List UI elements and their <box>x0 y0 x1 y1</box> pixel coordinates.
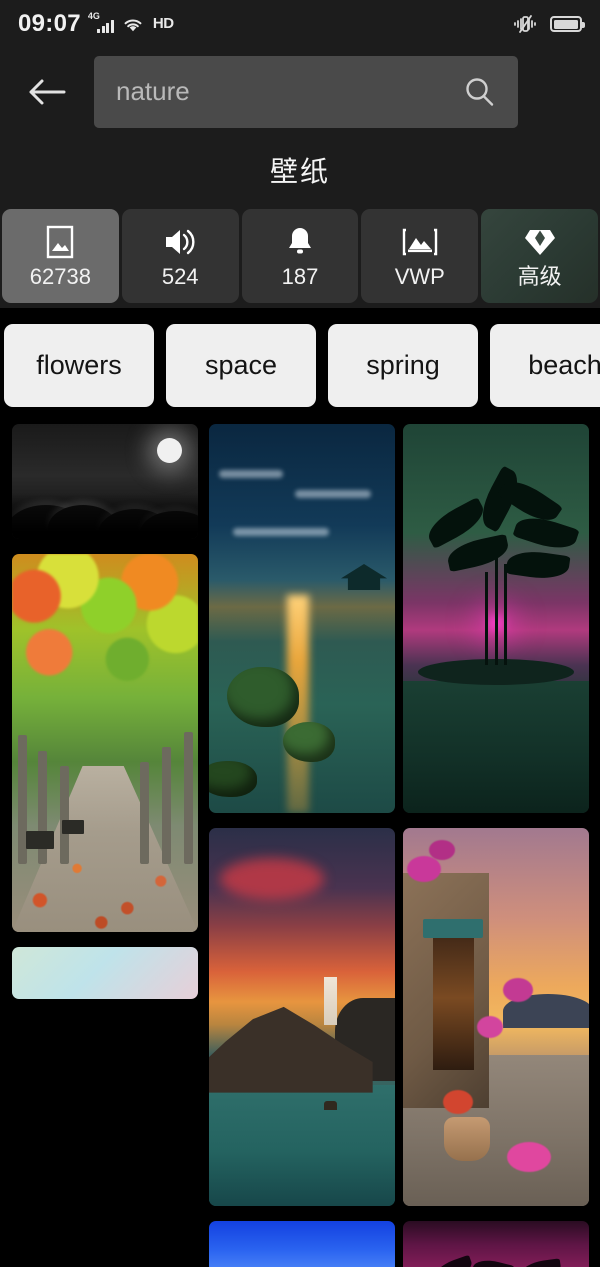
wallpaper-lighthouse-sunset[interactable] <box>209 828 395 1206</box>
status-time: 09:07 <box>18 10 81 37</box>
back-button[interactable] <box>0 48 94 135</box>
chip-beach[interactable]: beach <box>490 323 600 407</box>
bell-icon <box>285 225 315 259</box>
signal-bars <box>97 20 114 33</box>
wallpaper-column-1 <box>12 424 198 1014</box>
wallpaper-pale-gradient[interactable] <box>12 947 198 999</box>
rock-shape <box>209 761 257 798</box>
tab-ringtones[interactable]: 524 <box>121 209 239 303</box>
chip-spring-label: spring <box>366 349 440 380</box>
wallpaper-moonlit-clouds[interactable] <box>12 424 198 539</box>
chip-flowers-label: flowers <box>36 349 122 380</box>
image-icon <box>45 225 75 259</box>
chip-beach-label: beach <box>528 349 600 380</box>
page-title-bar: 壁纸 <box>0 135 600 204</box>
wallpaper-grid[interactable] <box>0 424 600 1267</box>
wallpaper-magenta-palms[interactable] <box>403 1221 589 1267</box>
live-wallpaper-icon <box>401 225 439 259</box>
battery-icon <box>550 16 585 32</box>
tab-notifications-label: 187 <box>281 263 319 289</box>
doorway-shape <box>432 926 474 1070</box>
status-bar-left: 09:07 4G HD <box>18 10 174 38</box>
wallpaper-autumn-tree-path[interactable] <box>12 554 198 932</box>
rock-shape <box>227 667 299 728</box>
page-title: 壁纸 <box>269 155 330 187</box>
tab-images[interactable]: 62738 <box>2 209 119 303</box>
lighthouse-tower-shape <box>324 976 338 1025</box>
hut-shape <box>341 564 387 591</box>
search-bar <box>0 48 600 135</box>
diamond-icon <box>523 225 557 259</box>
chip-space-label: space <box>204 349 278 380</box>
status-bar-right <box>512 14 585 34</box>
status-bar: 09:07 4G HD <box>0 0 600 48</box>
tab-images-label: 62738 <box>29 263 91 289</box>
wifi-icon <box>121 14 145 34</box>
chip-space[interactable]: space <box>166 323 316 407</box>
tab-vwp[interactable]: VWP <box>361 209 479 303</box>
tab-vwp-label: VWP <box>394 263 445 289</box>
speaker-icon <box>162 225 198 259</box>
hd-icon: HD <box>152 14 174 32</box>
wallpaper-flower-street-sunset[interactable] <box>403 828 589 1206</box>
rock-shape <box>283 722 335 763</box>
moon-shape <box>157 438 182 463</box>
tab-premium-label: 高级 <box>517 263 562 289</box>
search-icon[interactable] <box>462 75 496 109</box>
tab-notifications[interactable]: 187 <box>241 209 359 303</box>
wallpaper-column-3 <box>403 424 589 1267</box>
flower-pot-shape <box>443 1116 490 1161</box>
search-input[interactable] <box>116 76 462 107</box>
suggested-tag-row[interactable]: flowers space spring beach <box>0 318 600 412</box>
signal-4g-icon: 4G <box>88 12 114 35</box>
tab-ringtones-label: 524 <box>161 263 199 289</box>
tab-premium[interactable]: 高级 <box>481 209 598 303</box>
category-tab-bar: 62738 524 187 VWP 高级 <box>0 204 600 308</box>
back-arrow-icon <box>26 76 68 108</box>
wallpaper-column-2 <box>209 424 395 1267</box>
wallpaper-blue-gradient[interactable] <box>209 1221 395 1267</box>
wallpaper-palm-silhouette[interactable] <box>403 424 589 813</box>
wallpaper-app-screen: 09:07 4G HD nature 壁纸 62738 524 187 VWP … <box>0 0 600 1267</box>
chip-flowers[interactable]: flowers <box>4 323 154 407</box>
chip-spring[interactable]: spring <box>328 323 478 407</box>
vibrate-mute-icon <box>512 14 538 34</box>
wallpaper-tropical-sunset-sea[interactable] <box>209 424 395 813</box>
search-field-container[interactable] <box>94 55 518 128</box>
